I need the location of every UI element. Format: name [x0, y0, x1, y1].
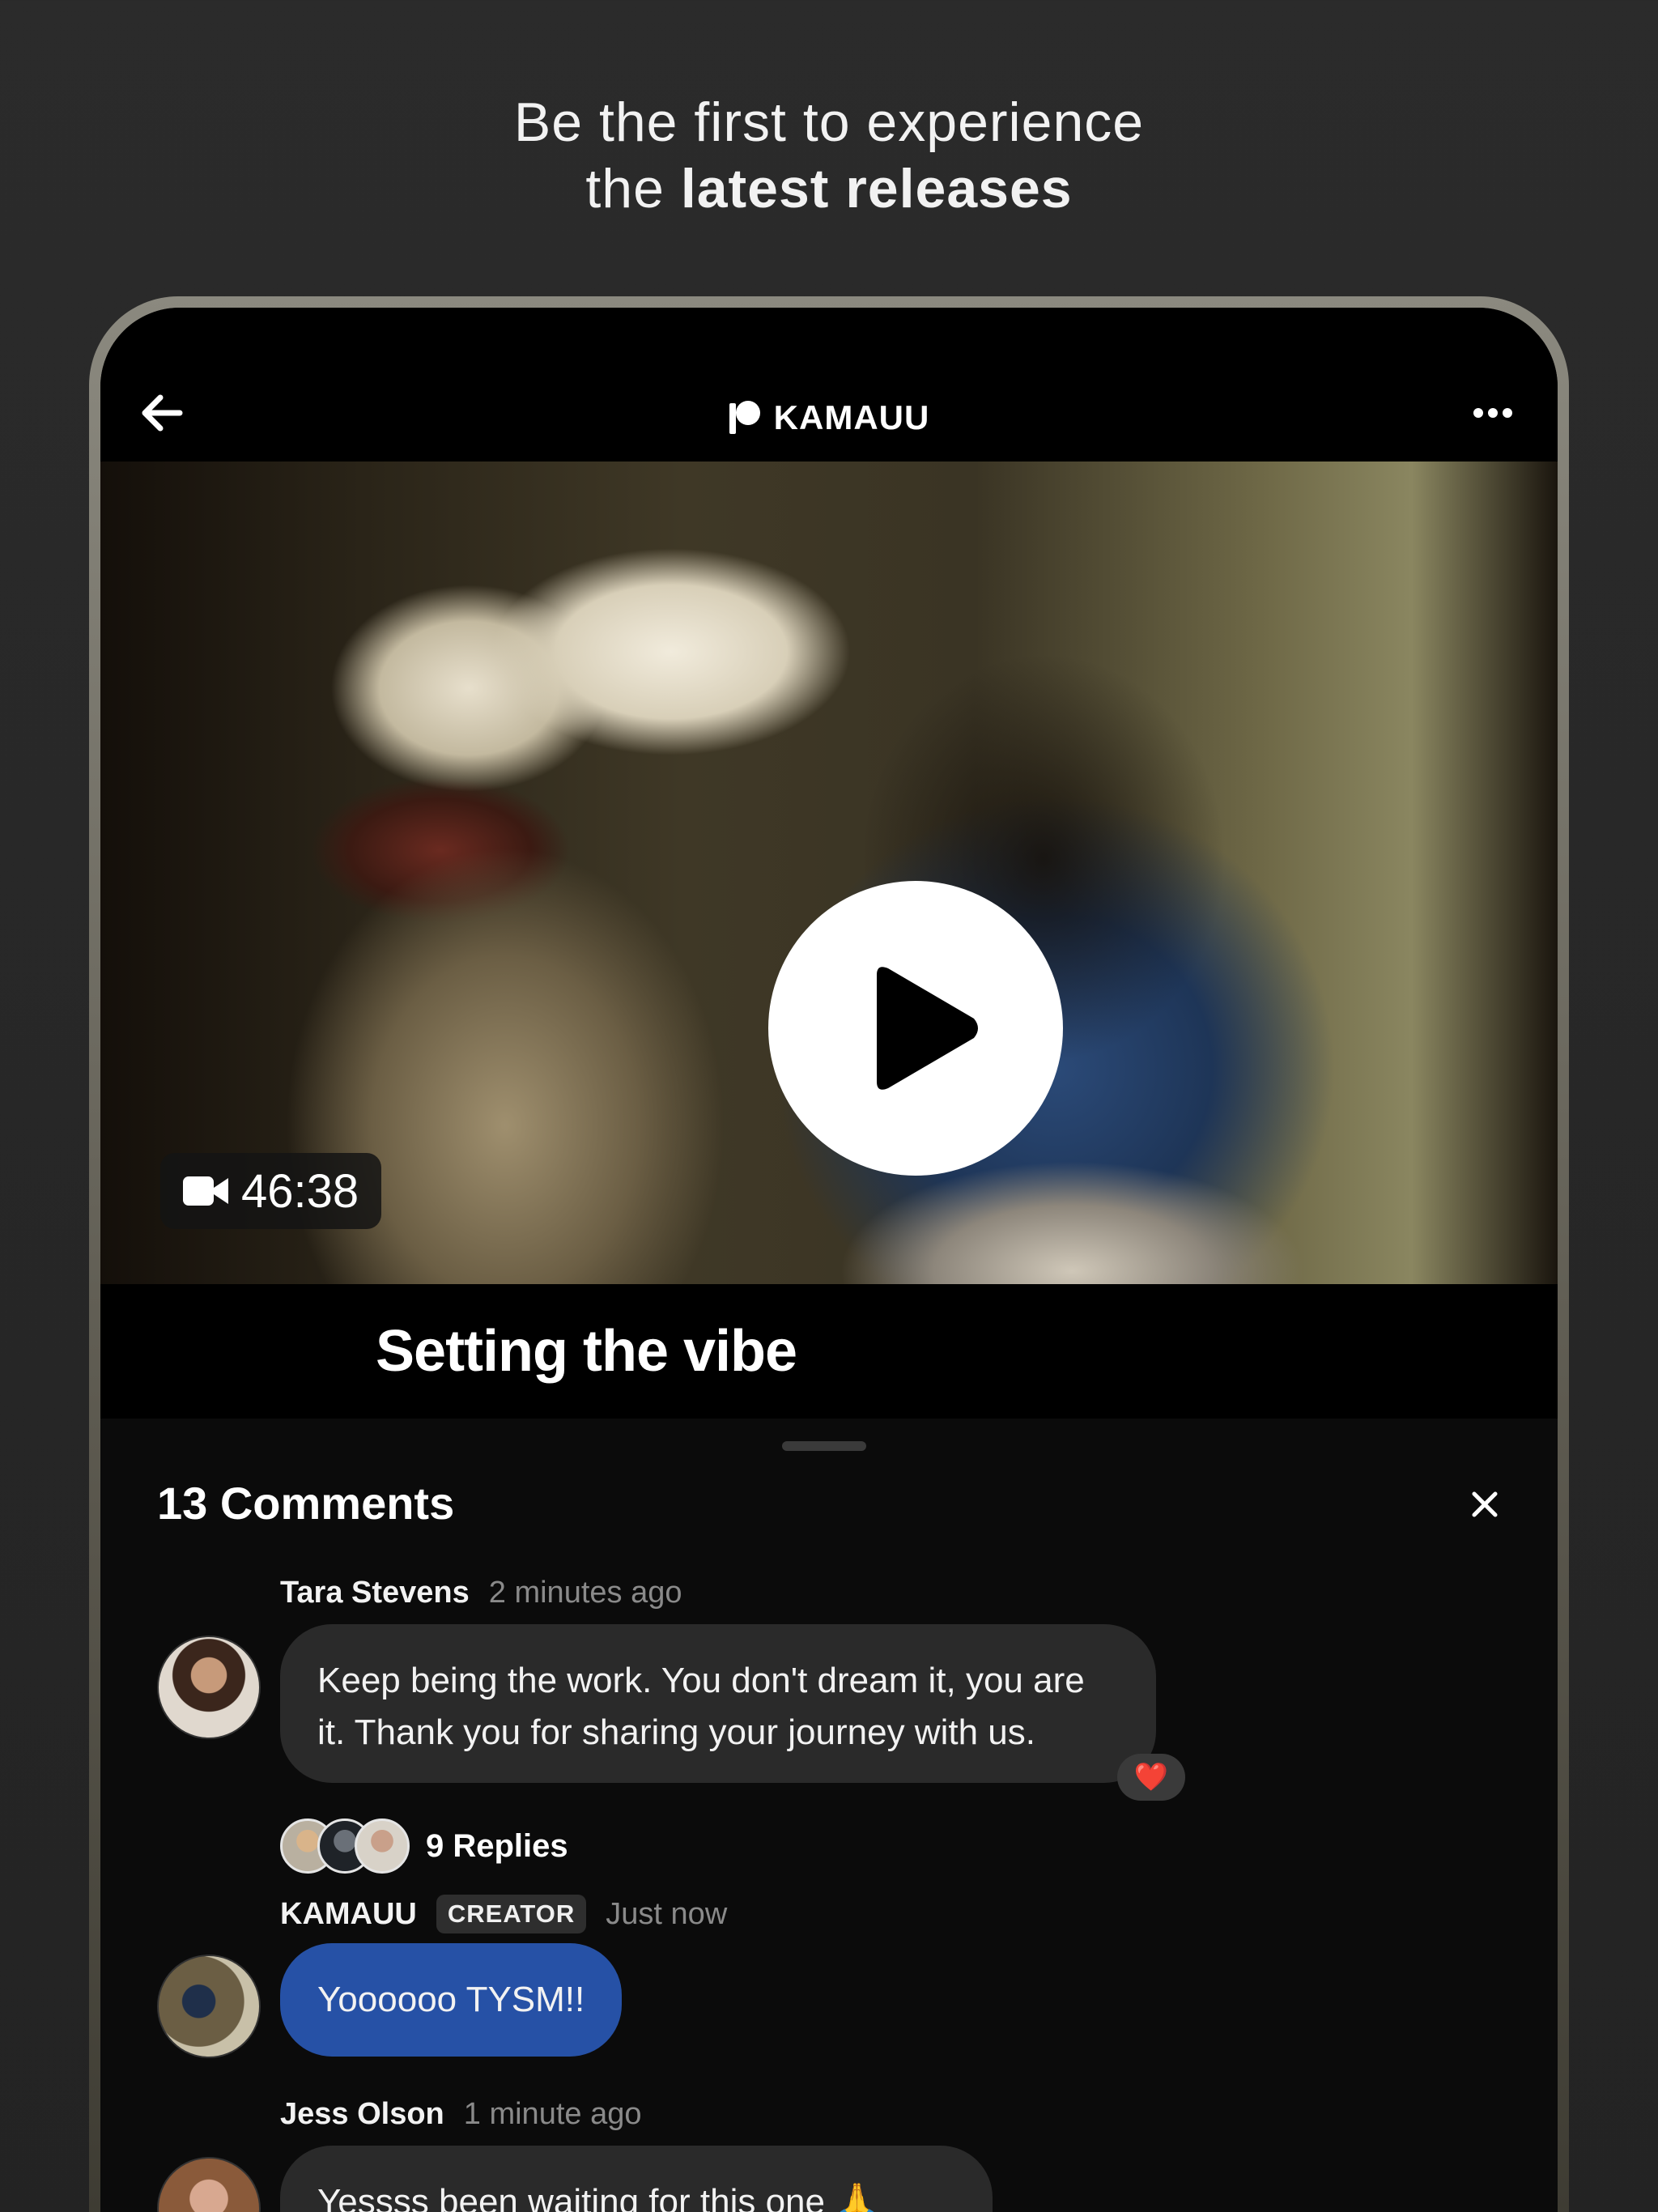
close-comments-button[interactable]	[1462, 1482, 1507, 1527]
avatar[interactable]	[157, 2157, 261, 2212]
reply-avatars	[280, 1819, 410, 1874]
comment-text: Yessss been waiting for this one 🙏	[317, 2182, 879, 2212]
more-dots-icon	[1473, 408, 1512, 418]
more-options-button[interactable]	[1460, 389, 1525, 437]
avatar	[355, 1819, 410, 1874]
comment-author[interactable]: KAMAUU	[280, 1897, 417, 1932]
video-title: Setting the vibe	[376, 1319, 797, 1384]
creator-badge: CREATOR	[436, 1895, 587, 1933]
video-title-bar: Setting the vibe	[100, 1284, 1558, 1419]
comments-count-title: 13 Comments	[157, 1478, 455, 1529]
creator-brand[interactable]: KAMAUU	[100, 398, 1558, 437]
comment-text: Yoooooo TYSM!!	[317, 1980, 585, 2019]
avatar[interactable]	[157, 1636, 261, 1739]
comment-time: 2 minutes ago	[488, 1576, 682, 1610]
drag-handle[interactable]	[782, 1441, 866, 1451]
play-icon	[877, 967, 978, 1090]
comment-text: Keep being the work. You don't dream it,…	[317, 1661, 1085, 1752]
close-icon	[1472, 1491, 1498, 1517]
video-duration-badge: 46:38	[160, 1153, 382, 1229]
comment-author[interactable]: Tara Stevens	[280, 1576, 470, 1610]
video-player[interactable]: 46:38	[100, 462, 1558, 1284]
comment-bubble: Yessss been waiting for this one 🙏	[280, 2146, 993, 2212]
headline-line-2-prefix: the	[585, 158, 681, 219]
headline-line-2: the latest releases	[0, 155, 1658, 222]
comment-meta: Tara Stevens 2 minutes ago	[280, 1576, 682, 1610]
view-replies[interactable]: 9 Replies	[280, 1819, 568, 1874]
patreon-logo-icon	[729, 401, 760, 434]
comment-time: Just now	[606, 1896, 728, 1931]
comment-author[interactable]: Jess Olson	[280, 2097, 444, 2132]
comment-time: 1 minute ago	[463, 2097, 642, 2131]
avatar[interactable]	[157, 1955, 261, 2058]
tablet-frame: KAMAUU 46:38 Setting the vibe 13 Comment…	[89, 296, 1569, 2212]
headline-line-2-bold: latest releases	[680, 158, 1073, 219]
comment-bubble: Keep being the work. You don't dream it,…	[280, 1624, 1156, 1783]
heart-icon: ❤️	[1133, 1762, 1169, 1793]
brand-name: KAMAUU	[773, 398, 930, 436]
comment-meta: KAMAUU CREATOR Just now	[280, 1895, 727, 1933]
comment-meta: Jess Olson 1 minute ago	[280, 2097, 641, 2132]
headline-line-1: Be the first to experience	[513, 91, 1145, 153]
duration-text: 46:38	[241, 1164, 359, 1218]
promo-headline: Be the first to experience the latest re…	[0, 89, 1658, 222]
play-button[interactable]	[768, 881, 1063, 1176]
comment-bubble: Yoooooo TYSM!!	[280, 1943, 623, 2057]
app-screen: KAMAUU 46:38 Setting the vibe 13 Comment…	[100, 308, 1558, 2212]
video-camera-icon	[183, 1176, 228, 1206]
comments-sheet: 13 Comments Tara Stevens 2 minutes ago K…	[100, 1419, 1558, 2212]
replies-count: 9 Replies	[426, 1827, 568, 1864]
heart-reaction[interactable]: ❤️	[1117, 1754, 1185, 1801]
top-bar: KAMAUU	[100, 308, 1558, 462]
